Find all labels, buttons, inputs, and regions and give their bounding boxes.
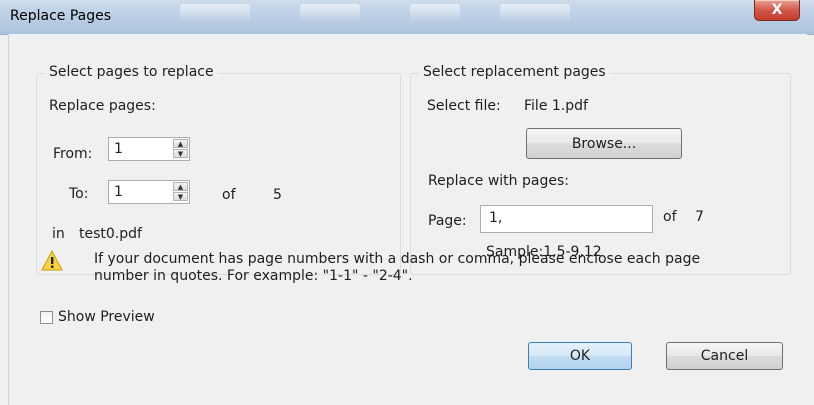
from-spinner-arrows[interactable]: ▲ ▼ xyxy=(173,139,188,159)
spinner-up-icon[interactable]: ▲ xyxy=(173,182,188,191)
warning-text-line1: If your document has page numbers with a… xyxy=(94,251,701,267)
page-input[interactable]: 1, xyxy=(480,205,653,233)
cancel-button-label: Cancel xyxy=(700,348,749,364)
warning-text-line2: number in quotes. For example: "1-1" - "… xyxy=(94,268,413,284)
from-label: From: xyxy=(53,146,93,162)
background-blur xyxy=(300,4,360,26)
close-button[interactable]: X xyxy=(754,0,800,21)
to-label: To: xyxy=(69,186,89,202)
spinner-down-icon[interactable]: ▼ xyxy=(173,192,188,201)
total-pages-count: 5 xyxy=(273,187,282,203)
ok-button-label: OK xyxy=(569,348,591,364)
replace-pages-label: Replace pages: xyxy=(49,98,156,114)
cancel-button[interactable]: Cancel xyxy=(666,342,783,370)
of-label: of xyxy=(222,187,236,203)
page-label: Page: xyxy=(428,213,467,229)
spinner-up-icon[interactable]: ▲ xyxy=(173,139,188,148)
dialog-title: Replace Pages xyxy=(10,8,112,24)
title-bar[interactable]: Replace Pages X xyxy=(0,0,814,35)
select-pages-legend: Select pages to replace xyxy=(45,64,218,80)
from-page-value[interactable]: 1 xyxy=(114,141,123,157)
replace-pages-dialog: Replace Pages X Select pages to replace … xyxy=(0,0,814,405)
selected-file-name: File 1.pdf xyxy=(524,98,588,114)
browse-button[interactable]: Browse... xyxy=(526,128,682,159)
of-label: of xyxy=(663,209,677,225)
spinner-down-icon[interactable]: ▼ xyxy=(173,149,188,158)
show-preview-checkbox[interactable] xyxy=(40,311,53,324)
browse-button-label: Browse... xyxy=(571,135,637,152)
source-file-name: test0.pdf xyxy=(79,226,142,242)
page-input-value[interactable]: 1, xyxy=(489,210,502,226)
show-preview-label[interactable]: Show Preview xyxy=(58,309,155,325)
ok-button[interactable]: OK xyxy=(528,342,632,370)
select-file-label: Select file: xyxy=(427,98,501,114)
replace-with-pages-label: Replace with pages: xyxy=(428,173,569,189)
warning-icon xyxy=(41,250,63,271)
to-page-value[interactable]: 1 xyxy=(114,184,123,200)
to-page-spinner[interactable]: 1 ▲ ▼ xyxy=(108,180,190,204)
close-icon: X xyxy=(771,2,783,18)
background-blur xyxy=(500,4,570,26)
replacement-total-pages: 7 xyxy=(695,209,704,225)
background-blur xyxy=(410,4,460,26)
to-spinner-arrows[interactable]: ▲ ▼ xyxy=(173,182,188,202)
replacement-pages-legend: Select replacement pages xyxy=(419,64,610,80)
in-label: in xyxy=(52,226,65,242)
from-page-spinner[interactable]: 1 ▲ ▼ xyxy=(108,137,190,161)
background-blur xyxy=(180,4,250,26)
